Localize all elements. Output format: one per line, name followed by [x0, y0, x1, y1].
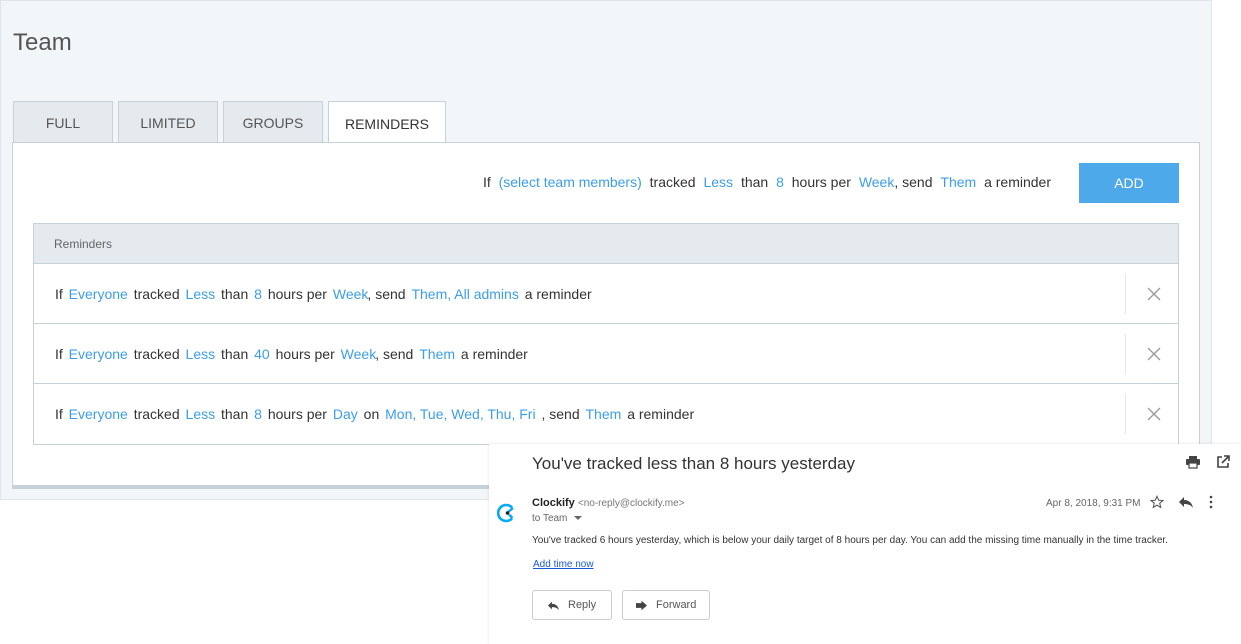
tab-reminders[interactable]: REMINDERS [328, 101, 446, 145]
members-link[interactable]: Everyone [69, 346, 128, 362]
recipients-link[interactable]: Them [586, 406, 622, 422]
comparator-dropdown[interactable]: Less [703, 174, 733, 190]
more-vert-icon[interactable] [1208, 495, 1214, 509]
close-icon[interactable] [1144, 284, 1164, 304]
period-link[interactable]: Day [333, 406, 358, 422]
email-top-actions [1185, 454, 1231, 470]
rule-if: If [55, 345, 63, 362]
members-link[interactable]: Everyone [69, 286, 128, 302]
comparator-link[interactable]: Less [186, 346, 216, 362]
email-preview: You've tracked less than 8 hours yesterd… [489, 444, 1241, 644]
hours-input[interactable]: 8 [776, 174, 784, 190]
sender-email: <no-reply@clockify.me> [577, 498, 685, 509]
forward-button[interactable]: Forward [622, 590, 710, 620]
rule-than: than [740, 174, 769, 190]
members-link[interactable]: Everyone [69, 406, 128, 422]
select-members-dropdown[interactable]: (select team members) [499, 174, 642, 190]
reminder-rule-text: If Everyone tracked Less than 8 hours pe… [34, 286, 593, 302]
sender-name: Clockify [532, 497, 575, 509]
clockify-logo-icon [497, 503, 514, 523]
rule-tracked: tracked [133, 345, 180, 362]
reply-label: Reply [568, 599, 597, 611]
days-link[interactable]: Mon, Tue, Wed, Thu, Fri [385, 406, 535, 422]
reminder-row: If Everyone tracked Less than 8 hours pe… [34, 384, 1178, 444]
rule-send: , send [541, 406, 580, 422]
reminder-row: If Everyone tracked Less than 8 hours pe… [34, 264, 1178, 324]
row-divider [1125, 394, 1126, 434]
close-icon[interactable] [1144, 344, 1164, 364]
email-subject: You've tracked less than 8 hours yesterd… [532, 454, 855, 473]
new-reminder-rule: If (select team members) tracked Less th… [481, 174, 1053, 190]
add-reminder-button[interactable]: ADD [1079, 163, 1179, 203]
email-message-actions [1150, 495, 1214, 509]
rule-on: on [363, 406, 380, 422]
reminder-rule-text: If Everyone tracked Less than 8 hours pe… [34, 406, 695, 422]
rule-send: , send [367, 285, 406, 302]
close-icon[interactable] [1144, 404, 1164, 424]
rule-hours-per: hours per [275, 345, 335, 362]
rule-tracked: tracked [133, 285, 180, 302]
rule-hours-per: hours per [791, 174, 851, 190]
rule-send: , send [375, 345, 414, 362]
reminders-table: Reminders If Everyone tracked Less than … [33, 223, 1179, 445]
rule-than: than [221, 345, 249, 362]
hours-link[interactable]: 40 [254, 346, 270, 362]
caret-down-icon[interactable] [574, 515, 583, 521]
tab-limited[interactable]: LIMITED [118, 101, 218, 143]
recipient-label: to Team [532, 513, 568, 524]
rule-than: than [221, 406, 249, 422]
hours-link[interactable]: 8 [254, 406, 262, 422]
open-in-new-window-icon[interactable] [1215, 454, 1231, 470]
rule-suffix: a reminder [627, 406, 695, 422]
rule-if: If [482, 174, 491, 190]
rule-hours-per: hours per [267, 285, 327, 302]
rule-suffix: a reminder [460, 345, 528, 362]
email-date: Apr 8, 2018, 9:31 PM [1046, 498, 1141, 509]
comparator-link[interactable]: Less [186, 406, 216, 422]
page-title: Team [13, 29, 72, 56]
hours-link[interactable]: 8 [254, 286, 262, 302]
email-body: You've tracked 6 hours yesterday, which … [532, 535, 1168, 546]
rule-tracked: tracked [133, 406, 180, 422]
rule-if: If [55, 406, 63, 422]
rule-send: , send [894, 174, 933, 190]
rule-suffix: a reminder [524, 285, 592, 302]
row-divider [1125, 334, 1126, 374]
forward-icon [636, 600, 647, 610]
rule-than: than [221, 285, 249, 302]
reply-icon [548, 601, 559, 610]
recipients-link[interactable]: Them [419, 346, 455, 362]
tab-groups[interactable]: GROUPS [223, 101, 323, 143]
period-link[interactable]: Week [341, 346, 377, 362]
rule-tracked: tracked [649, 174, 696, 190]
recipients-dropdown[interactable]: Them [940, 174, 976, 190]
sender-line: Clockify <no-reply@clockify.me> [532, 497, 685, 509]
star-icon[interactable] [1150, 495, 1164, 509]
recipients-link[interactable]: Them, All admins [411, 286, 518, 302]
reply-button[interactable]: Reply [532, 590, 612, 620]
tab-bar: FULL LIMITED GROUPS REMINDERS [13, 101, 451, 145]
forward-label: Forward [656, 599, 697, 611]
row-divider [1125, 274, 1126, 314]
reminder-rule-text: If Everyone tracked Less than 40 hours p… [34, 346, 529, 362]
print-icon[interactable] [1185, 454, 1201, 470]
period-link[interactable]: Week [333, 286, 369, 302]
period-dropdown[interactable]: Week [859, 174, 895, 190]
comparator-link[interactable]: Less [186, 286, 216, 302]
rule-suffix: a reminder [984, 174, 1051, 190]
rule-hours-per: hours per [267, 406, 327, 422]
reminders-header: Reminders [34, 224, 1178, 264]
reminder-row: If Everyone tracked Less than 40 hours p… [34, 324, 1178, 384]
add-time-now-link[interactable]: Add time now [533, 559, 594, 570]
tab-full[interactable]: FULL [13, 101, 113, 143]
recipient-details[interactable]: to Team [532, 513, 583, 524]
rule-if: If [55, 285, 63, 302]
reply-icon[interactable] [1178, 495, 1194, 509]
